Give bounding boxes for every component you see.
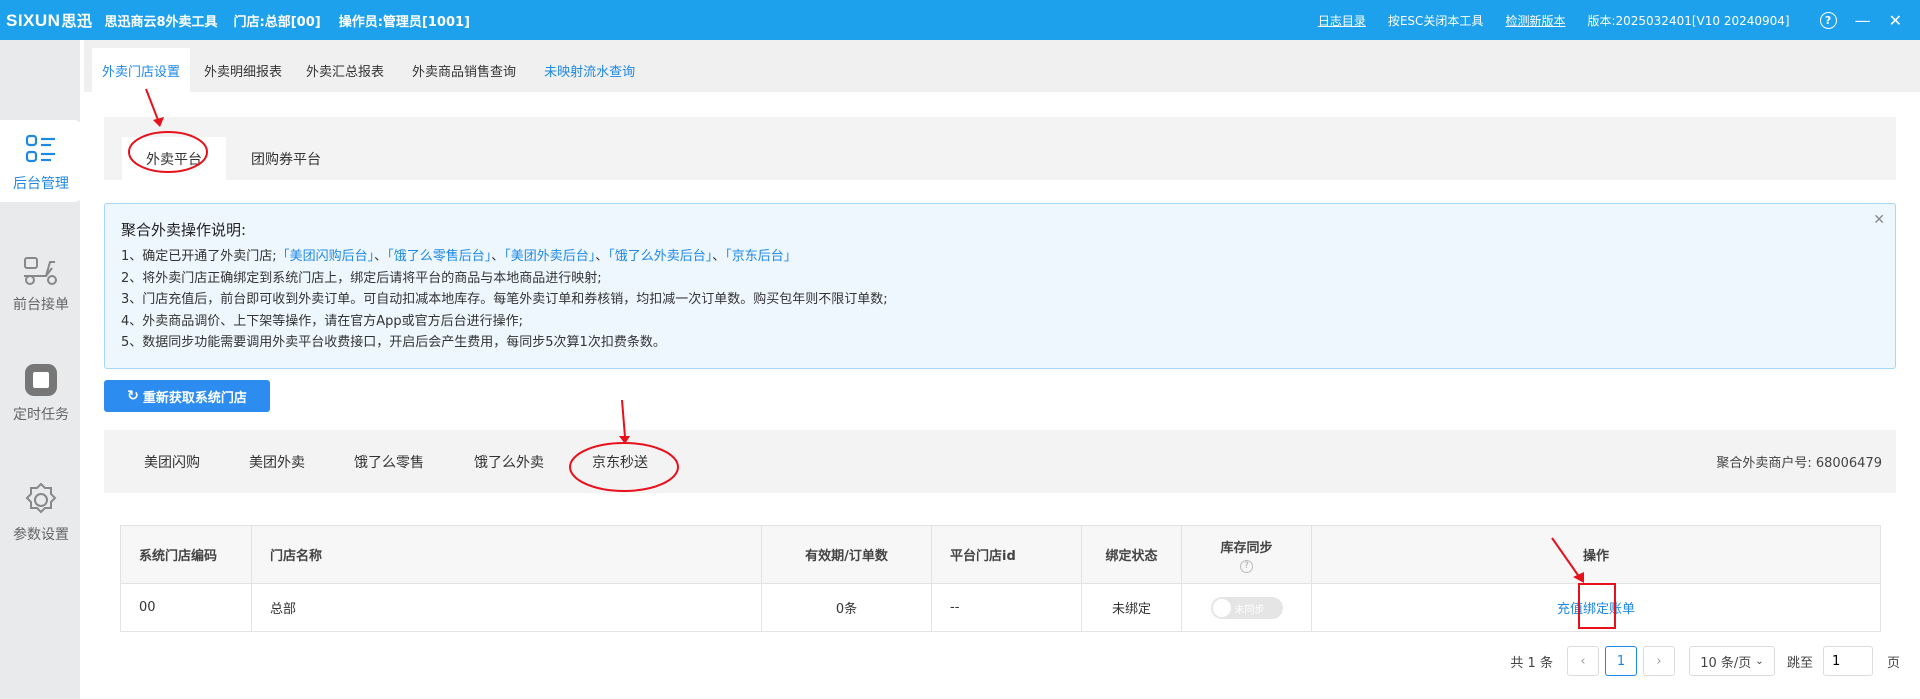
store-info: 门店:总部[00] [233,14,321,30]
pagination: 共 1 条 ‹ 1 › 10 条/页⌄ 跳至 页 [1510,645,1900,677]
close-icon[interactable]: ✕ [1889,11,1902,30]
minimize-icon[interactable]: — [1855,11,1871,30]
recharge-link[interactable]: 充值 [1557,602,1583,617]
sidebar-item-settings[interactable]: 参数设置 [0,480,82,544]
notice-line-5: 5、数据同步功能需要调用外卖平台收费接口，开启后会产生费用，每同步5次算1次扣费… [121,335,666,350]
app-logo: SIXUN思迅 [6,10,93,30]
next-page-button[interactable]: › [1642,646,1675,676]
merchant-id: 聚合外卖商户号: 68006479 [1716,456,1882,471]
scooter-icon [22,250,60,290]
task-icon [23,360,59,400]
col-actions: 操作 [1311,525,1881,584]
page-unit: 页 [1886,655,1900,671]
col-platform-store-id: 平台门店id [931,525,1082,584]
link-meituan-flash[interactable]: 「美团闪购后台」 [277,249,375,264]
col-store-name: 门店名称 [251,525,762,584]
product-name: 思迅商云8外卖工具 [104,14,218,30]
version-label: 版本:2025032401[V10 20240904] [1587,13,1790,28]
cell-actions: 充值绑定账单 [1311,583,1881,632]
list-icon [25,129,57,169]
main-content: 外卖平台 团购券平台 ✕ 聚合外卖操作说明: 1、确定已开通了外卖门店;「美团闪… [84,92,1920,699]
tab-delivery-platform[interactable]: 外卖平台 [122,137,226,180]
refresh-icon: ↻ [127,388,139,404]
col-store-code: 系统门店编码 [120,525,252,584]
col-bind-status: 绑定状态 [1081,525,1182,584]
top-nav: 外卖门店设置 外卖明细报表 外卖汇总报表 外卖商品销售查询 未映射流水查询 [84,40,1920,92]
tab-jd-express[interactable]: 京东秒送 [592,430,648,493]
sidebar-label: 后台管理 [13,176,69,192]
help-icon[interactable]: ? [1240,559,1253,573]
operator-info: 操作员:管理员[1001] [338,14,470,30]
notice-line-3: 3、门店充值后，前台即可收到外卖订单。可自动扣减本地库存。每笔外卖订单和券核销，… [121,292,888,307]
link-eleme-delivery[interactable]: 「饿了么外卖后台」 [608,249,712,264]
bill-link[interactable]: 账单 [1609,602,1635,617]
store-table: 系统门店编码 门店名称 有效期/订单数 平台门店id 绑定状态 库存同步? 操作… [120,525,1881,632]
cell-bind-status: 未绑定 [1081,583,1182,632]
refresh-stores-button[interactable]: ↻ 重新获取系统门店 [104,380,270,412]
sidebar-item-backend[interactable]: 后台管理 [0,120,82,202]
page-size-select[interactable]: 10 条/页 ⌄ [1688,646,1775,676]
sidebar-label: 前台接单 [13,297,69,313]
sidebar-label: 参数设置 [13,527,69,543]
bind-link[interactable]: 绑定 [1583,602,1609,617]
title-bar: SIXUN思迅 思迅商云8外卖工具 门店:总部[00] 操作员:管理员[1001… [0,0,1920,40]
link-eleme-retail[interactable]: 「饿了么零售后台」 [387,249,491,264]
link-meituan-delivery[interactable]: 「美团外卖后台」 [504,249,595,264]
tab-eleme-retail[interactable]: 饿了么零售 [354,430,424,493]
tab-eleme-delivery[interactable]: 饿了么外卖 [474,430,544,493]
tab-detail-report[interactable]: 外卖明细报表 [194,48,292,92]
sidebar-item-front-orders[interactable]: 前台接单 [0,250,82,314]
platform-tabs: 外卖平台 团购券平台 [104,117,1896,180]
stock-sync-toggle[interactable]: 未同步 [1210,596,1283,619]
check-update-link[interactable]: 检测新版本 [1505,12,1565,29]
jump-label: 跳至 [1786,655,1813,671]
esc-close-hint: 按ESC关闭本工具 [1387,13,1484,28]
col-validity-orders: 有效期/订单数 [761,525,932,584]
tab-meituan-flash[interactable]: 美团闪购 [144,430,200,493]
cell-store-code: 00 [120,583,252,632]
close-icon[interactable]: ✕ [1873,212,1885,228]
refresh-label: 重新获取系统门店 [142,390,247,406]
col-stock-sync: 库存同步? [1181,525,1312,584]
notice-line-1: 1、确定已开通了外卖门店;「美团闪购后台」、「饿了么零售后台」、「美团外卖后台」… [121,249,797,264]
delivery-platform-tabs: 美团闪购 美团外卖 饿了么零售 饿了么外卖 京东秒送 聚合外卖商户号: 6800… [104,430,1896,493]
tab-group-coupon-platform[interactable]: 团购券平台 [230,137,342,180]
tab-store-settings[interactable]: 外卖门店设置 [92,48,191,92]
chevron-down-icon: ⌄ [1755,655,1764,667]
notice-title: 聚合外卖操作说明: [121,221,247,239]
instructions-panel: ✕ 聚合外卖操作说明: 1、确定已开通了外卖门店;「美团闪购后台」、「饿了么零售… [104,203,1896,369]
page-number[interactable]: 1 [1604,646,1637,676]
cell-platform-id: -- [931,583,1082,632]
table-row: 00 总部 0条 -- 未绑定 未同步 充值绑定账单 [120,583,1881,632]
link-jd[interactable]: 「京东后台」 [725,249,797,264]
table-header-row: 系统门店编码 门店名称 有效期/订单数 平台门店id 绑定状态 库存同步? 操作 [120,525,1881,584]
help-icon[interactable]: ? [1819,11,1837,29]
jump-input[interactable] [1822,646,1873,676]
sidebar-item-scheduled-tasks[interactable]: 定时任务 [0,360,82,424]
total-count: 共 1 条 [1510,655,1553,671]
sidebar-label: 定时任务 [13,407,69,423]
tab-unmapped-query[interactable]: 未映射流水查询 [534,48,645,92]
gear-icon [22,480,60,520]
notice-line-2: 2、将外卖门店正确绑定到系统门店上，绑定后请将平台的商品与本地商品进行映射; [121,270,602,286]
cell-orders: 0条 [761,583,932,632]
sidebar: 后台管理 前台接单 定时任务 参数设置 [0,40,82,699]
cell-store-name: 总部 [251,583,762,632]
tab-summary-report[interactable]: 外卖汇总报表 [296,48,394,92]
tab-product-sales-query[interactable]: 外卖商品销售查询 [402,48,526,92]
prev-page-button[interactable]: ‹ [1566,646,1599,676]
notice-line-4: 4、外卖商品调价、上下架等操作，请在官方App或官方后台进行操作; [121,313,524,329]
cell-stock-sync: 未同步 [1181,583,1312,632]
log-directory-link[interactable]: 日志目录 [1318,12,1366,29]
tab-meituan-delivery[interactable]: 美团外卖 [249,430,305,493]
